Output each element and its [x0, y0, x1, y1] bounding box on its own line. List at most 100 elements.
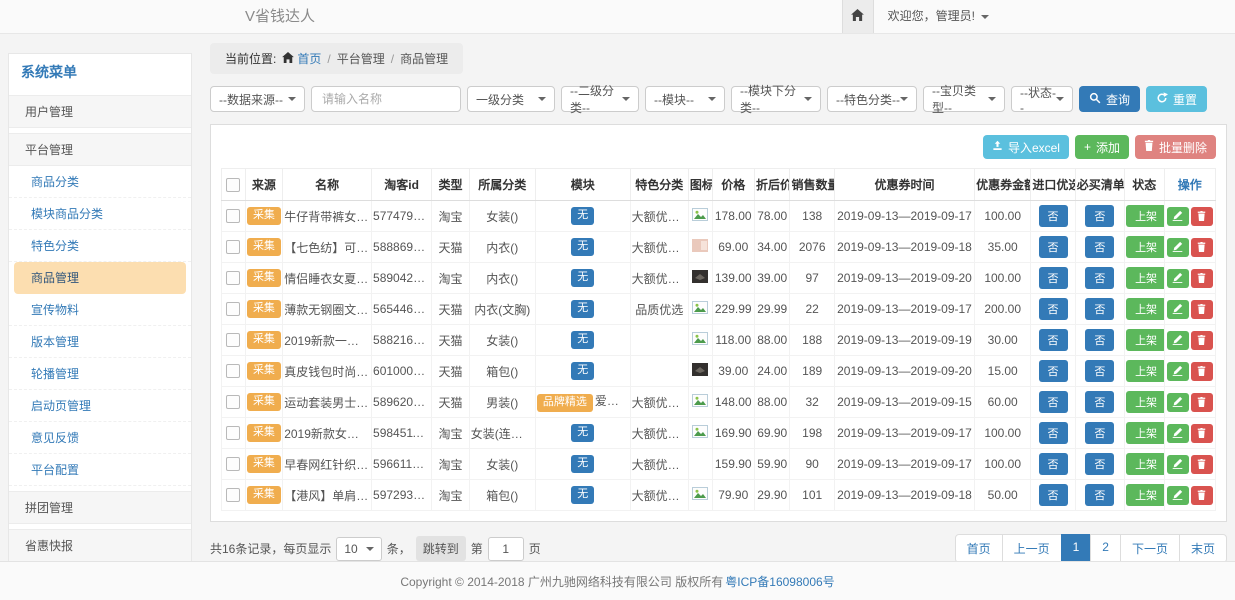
must-buy-toggle-button[interactable]: 否 — [1085, 484, 1114, 506]
delete-button[interactable] — [1191, 331, 1213, 350]
must-buy-toggle-button[interactable]: 否 — [1085, 453, 1114, 475]
page-number-input[interactable] — [488, 537, 524, 561]
delete-button[interactable] — [1191, 238, 1213, 257]
imported-toggle-button[interactable]: 否 — [1039, 298, 1068, 320]
edit-button[interactable] — [1167, 424, 1189, 443]
home-button[interactable] — [842, 0, 874, 33]
imported-toggle-button[interactable]: 否 — [1039, 422, 1068, 444]
status-button[interactable]: 上架 — [1126, 205, 1164, 227]
delete-button[interactable] — [1191, 362, 1213, 381]
status-button[interactable]: 上架 — [1126, 329, 1164, 351]
sidebar-item-7[interactable]: 宣传物料 — [9, 294, 191, 326]
row-checkbox[interactable] — [226, 457, 240, 471]
sidebar-item-6[interactable]: 商品管理 — [14, 262, 186, 294]
edit-button[interactable] — [1167, 486, 1189, 505]
jump-button[interactable]: 跳转到 — [416, 536, 466, 561]
sidebar-item-10[interactable]: 启动页管理 — [9, 390, 191, 422]
per-page-select[interactable]: 10 — [336, 537, 381, 561]
status-select[interactable]: --状态-- — [1011, 86, 1073, 112]
page-button-4[interactable]: 2 — [1090, 534, 1121, 563]
row-checkbox[interactable] — [226, 333, 240, 347]
name-input[interactable] — [320, 91, 452, 107]
status-button[interactable]: 上架 — [1126, 484, 1164, 506]
row-checkbox[interactable] — [226, 271, 240, 285]
feature-category-select[interactable]: --特色分类-- — [827, 86, 917, 112]
delete-button[interactable] — [1191, 424, 1213, 443]
search-button[interactable]: 查询 — [1079, 86, 1140, 112]
sidebar-item-3[interactable]: 商品分类 — [9, 166, 191, 198]
delete-button[interactable] — [1191, 300, 1213, 319]
batch-delete-button[interactable]: 批量删除 — [1135, 135, 1216, 159]
must-buy-toggle-button[interactable]: 否 — [1085, 267, 1114, 289]
delete-button[interactable] — [1191, 269, 1213, 288]
sidebar-item-5[interactable]: 特色分类 — [9, 230, 191, 262]
row-checkbox[interactable] — [226, 364, 240, 378]
sidebar-item-11[interactable]: 意见反馈 — [9, 422, 191, 454]
sidebar-item-8[interactable]: 版本管理 — [9, 326, 191, 358]
imported-toggle-button[interactable]: 否 — [1039, 484, 1068, 506]
row-checkbox[interactable] — [226, 302, 240, 316]
edit-button[interactable] — [1167, 331, 1189, 350]
page-button-3[interactable]: 1 — [1061, 534, 1092, 563]
edit-button[interactable] — [1167, 269, 1189, 288]
imported-toggle-button[interactable]: 否 — [1039, 360, 1068, 382]
module-select[interactable]: --模块-- — [645, 86, 725, 112]
page-button-5[interactable]: 下一页 — [1120, 534, 1180, 563]
sidebar-item-14[interactable]: 省惠快报 — [9, 529, 191, 562]
module-subcategory-select[interactable]: --模块下分类-- — [731, 86, 821, 112]
imported-toggle-button[interactable]: 否 — [1039, 391, 1068, 413]
page-button-6[interactable]: 末页 — [1179, 534, 1227, 563]
row-checkbox[interactable] — [226, 240, 240, 254]
edit-button[interactable] — [1167, 455, 1189, 474]
import-excel-button[interactable]: 导入excel — [983, 135, 1069, 159]
must-buy-toggle-button[interactable]: 否 — [1085, 360, 1114, 382]
sidebar-item-13[interactable]: 拼团管理 — [9, 491, 191, 524]
status-button[interactable]: 上架 — [1126, 453, 1164, 475]
status-button[interactable]: 上架 — [1126, 267, 1164, 289]
imported-toggle-button[interactable]: 否 — [1039, 267, 1068, 289]
row-checkbox[interactable] — [226, 426, 240, 440]
delete-button[interactable] — [1191, 393, 1213, 412]
imported-toggle-button[interactable]: 否 — [1039, 236, 1068, 258]
imported-toggle-button[interactable]: 否 — [1039, 205, 1068, 227]
must-buy-toggle-button[interactable]: 否 — [1085, 236, 1114, 258]
level1-category-select[interactable]: 一级分类 — [467, 86, 555, 112]
imported-toggle-button[interactable]: 否 — [1039, 329, 1068, 351]
select-all-checkbox[interactable] — [226, 178, 240, 192]
level2-category-select[interactable]: --二级分类-- — [561, 86, 639, 112]
sidebar-item-9[interactable]: 轮播管理 — [9, 358, 191, 390]
page-button-2[interactable]: 上一页 — [1002, 534, 1062, 563]
delete-button[interactable] — [1191, 486, 1213, 505]
must-buy-toggle-button[interactable]: 否 — [1085, 298, 1114, 320]
sidebar-item-1[interactable]: 用户管理 — [9, 95, 191, 128]
icp-link[interactable]: 粤ICP备16098006号 — [725, 573, 834, 590]
sidebar-item-4[interactable]: 模块商品分类 — [9, 198, 191, 230]
must-buy-toggle-button[interactable]: 否 — [1085, 422, 1114, 444]
edit-button[interactable] — [1167, 207, 1189, 226]
must-buy-toggle-button[interactable]: 否 — [1085, 329, 1114, 351]
imported-toggle-button[interactable]: 否 — [1039, 453, 1068, 475]
delete-button[interactable] — [1191, 207, 1213, 226]
status-button[interactable]: 上架 — [1126, 422, 1164, 444]
edit-button[interactable] — [1167, 238, 1189, 257]
row-checkbox[interactable] — [226, 395, 240, 409]
item-type-select[interactable]: --宝贝类型-- — [923, 86, 1005, 112]
edit-button[interactable] — [1167, 300, 1189, 319]
reset-button[interactable]: 重置 — [1146, 86, 1207, 112]
status-button[interactable]: 上架 — [1126, 360, 1164, 382]
add-button[interactable]: + 添加 — [1075, 135, 1129, 159]
status-button[interactable]: 上架 — [1126, 391, 1164, 413]
row-checkbox[interactable] — [226, 488, 240, 502]
row-checkbox[interactable] — [226, 209, 240, 223]
status-button[interactable]: 上架 — [1126, 236, 1164, 258]
data-source-select[interactable]: --数据来源-- — [210, 86, 305, 112]
breadcrumb-home-link[interactable]: 首页 — [282, 50, 321, 67]
status-button[interactable]: 上架 — [1126, 298, 1164, 320]
must-buy-toggle-button[interactable]: 否 — [1085, 205, 1114, 227]
sidebar-item-2[interactable]: 平台管理 — [9, 133, 191, 166]
page-button-1[interactable]: 首页 — [955, 534, 1003, 563]
sidebar-item-12[interactable]: 平台配置 — [9, 454, 191, 486]
delete-button[interactable] — [1191, 455, 1213, 474]
must-buy-toggle-button[interactable]: 否 — [1085, 391, 1114, 413]
edit-button[interactable] — [1167, 393, 1189, 412]
